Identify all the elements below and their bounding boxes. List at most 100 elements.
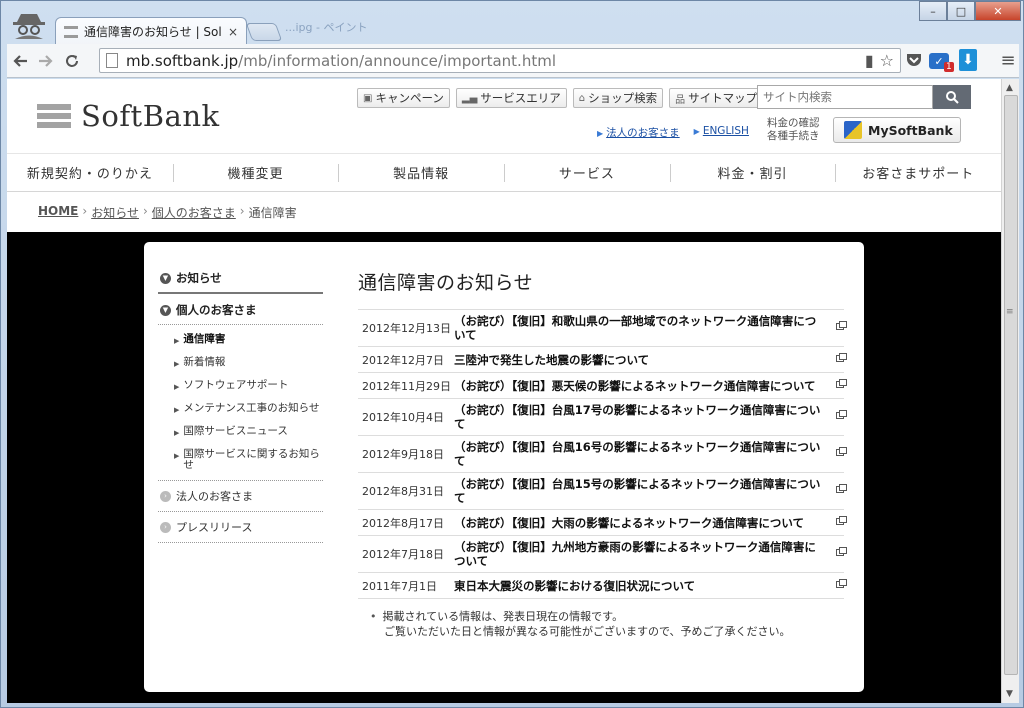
news-row[interactable]: 2012年9月18日 （お詫び）【復旧】台風16号の影響によるネットワーク通信障害… [358,436,847,473]
news-link[interactable]: （お詫び）【復旧】台風17号の影響によるネットワーク通信障害について [454,403,826,431]
download-icon[interactable]: ⬇ [959,49,977,71]
breadcrumb-personal[interactable]: 個人のお客さま [152,204,236,221]
external-window-icon [826,321,847,333]
news-link[interactable]: （お詫び）【復旧】和歌山県の一部地域でのネットワーク通信障害について [454,314,826,342]
news-link[interactable]: 東日本大震災の影響における復旧状況について [454,579,826,593]
news-row[interactable]: 2012年10月4日 （お詫び）【復旧】台風17号の影響によるネットワーク通信障害… [358,399,847,436]
chevron-down-icon: ▼ [160,304,171,316]
new-tab-button[interactable] [245,23,283,41]
tab-strip: 通信障害のお知らせ | Sol × ...ipg - ペイント – □ ✕ [1,1,1024,45]
breadcrumb-home[interactable]: HOME [38,204,78,221]
triangle-icon: ▶ [174,337,180,345]
gnav-new-contract[interactable]: 新規契約・のりかえ [7,154,173,191]
side-item-intl-news[interactable]: ▶ 国際サービスニュース [174,421,323,444]
external-window-icon [826,515,847,528]
side-item-press[interactable]: › プレスリリース [158,512,323,542]
site-search [757,85,971,109]
news-link[interactable]: （お詫び）【復旧】台風15号の影響によるネットワーク通信障害について [454,477,826,505]
scroll-down-icon[interactable]: ▼ [1006,689,1013,699]
side-item-outage[interactable]: ▶ 通信障害 [174,329,323,352]
shop-search-button[interactable]: ⌂ ショップ検索 [572,88,664,108]
arrow-icon: ▶ [597,129,604,138]
gift-icon: ▣ [363,92,373,104]
external-window-icon [826,447,847,459]
signal-icon: ▂▄ [461,92,478,104]
gnav-model-change[interactable]: 機種変更 [172,154,339,191]
softbank-logo[interactable]: SoftBank [37,99,220,133]
back-button[interactable] [7,48,33,74]
breadcrumb-info[interactable]: お知らせ [91,204,139,221]
external-window-icon [826,547,847,559]
gnav-pricing[interactable]: 料金・割引 [669,154,836,191]
scroll-up-icon[interactable]: ▲ [1006,83,1013,93]
side-item-news[interactable]: ▶ 新着情報 [174,352,323,375]
browser-window: 通信障害のお知らせ | Sol × ...ipg - ペイント – □ ✕ mb… [0,0,1024,708]
news-link[interactable]: （お詫び）【復旧】九州地方豪雨の影響によるネットワーク通信障害について [454,540,826,568]
triangle-icon: ▶ [174,360,180,368]
news-link[interactable]: （お詫び）【復旧】悪天候の影響によるネットワーク通信障害について [454,379,826,393]
external-window-icon [826,352,847,365]
sitemap-button[interactable]: 品サイトマップ [669,88,764,108]
news-date: 2012年12月7日 [362,353,444,367]
side-head-personal[interactable]: ▼ 個人のお客さま [158,294,323,324]
news-date: 2012年8月17日 [362,516,444,530]
site-search-input[interactable] [757,85,933,109]
address-bar[interactable]: mb.softbank.jp/mb/information/announce/i… [99,48,901,73]
side-item-maintenance[interactable]: ▶ メンテナンス工事のお知らせ [174,398,323,421]
news-link[interactable]: （お詫び）【復旧】大雨の影響によるネットワーク通信障害について [454,516,826,530]
reload-icon [66,54,78,67]
window-controls: – □ ✕ [919,1,1021,21]
triangle-icon: ▶ [174,406,180,414]
news-row[interactable]: 2012年11月29日 （お詫び）【復旧】悪天候の影響によるネットワーク通信障害に… [358,373,847,399]
gnav-support[interactable]: お客さまサポート [835,154,1001,191]
minimize-button[interactable]: – [919,1,947,21]
news-row[interactable]: 2012年8月17日 （お詫び）【復旧】大雨の影響によるネットワーク通信障害につい… [358,510,847,536]
softbank-favicon-icon [64,25,78,38]
browser-toolbar: mb.softbank.jp/mb/information/announce/i… [7,44,1019,78]
news-date: 2012年9月18日 [362,448,444,461]
breadcrumb-current: 通信障害 [248,206,297,220]
mysoftbank-button[interactable]: MySoftBank [833,117,961,143]
side-item-intl-notice[interactable]: ▶ 国際サービスに関するお知らせ [174,444,323,476]
maximize-button[interactable]: □ [947,1,975,21]
scroll-thumb[interactable] [1004,95,1018,675]
breadcrumb-sep: › [142,204,148,218]
news-row[interactable]: 2011年7月1日 東日本大震災の影響における復旧状況について [358,573,847,599]
forward-button[interactable] [33,48,59,74]
corporate-link[interactable]: 法人のお客さま [606,127,680,139]
incognito-icon [13,14,45,39]
side-item-corporate[interactable]: › 法人のお客さま [158,481,323,511]
news-row[interactable]: 2012年7月18日 （お詫び）【復旧】九州地方豪雨の影響によるネットワーク通信障… [358,536,847,573]
star-icon[interactable]: ☆ [880,51,894,70]
side-head-info[interactable]: ▼ お知らせ [158,266,323,292]
vertical-scrollbar[interactable]: ▲ ≡ ▼ [1001,79,1019,703]
back-arrow-icon [13,54,27,67]
news-date: 2012年7月18日 [362,548,444,561]
side-item-software[interactable]: ▶ ソフトウェアサポート [174,375,323,398]
english-link[interactable]: ENGLISH [703,125,749,137]
tab-active[interactable]: 通信障害のお知らせ | Sol × [55,17,247,45]
reload-button[interactable] [59,48,85,74]
news-row[interactable]: 2012年12月7日 三陸沖で発生した地震の影響について [358,347,847,373]
campaign-button[interactable]: ▣ キャンペーン [357,88,450,108]
search-button[interactable] [933,85,971,109]
service-area-button[interactable]: ▂▄ サービスエリア [455,88,567,108]
url-host: mb.softbank.jp [126,51,239,70]
external-window-icon [826,410,847,422]
gnav-services[interactable]: サービス [504,154,670,191]
news-row[interactable]: 2012年8月31日 （お詫び）【復旧】台風15号の影響によるネットワーク通信障害… [358,473,847,510]
tab-close-icon[interactable]: × [228,25,238,39]
logo-text: SoftBank [81,99,220,133]
news-link[interactable]: （お詫び）【復旧】台風16号の影響によるネットワーク通信障害について [454,440,826,468]
content-backdrop: ▼ お知らせ ▼ 個人のお客さま ▶ 通信障害 ▶ 新着情報 ▶ ソフトウェアサポート ▶… [7,232,1001,703]
gnav-products[interactable]: 製品情報 [338,154,504,191]
news-row[interactable]: 2012年12月13日 （お詫び）【復旧】和歌山県の一部地域でのネットワーク通信障… [358,310,847,347]
menu-icon[interactable]: ≡ [997,49,1019,71]
page-viewport: SoftBank ▣ キャンペーン ▂▄ サービスエリア ⌂ ショップ検索 品サイトマ… [7,79,1001,703]
news-link[interactable]: 三陸沖で発生した地震の影響について [454,353,826,367]
bookmark-page-icon[interactable]: ▮ [865,51,874,70]
scroll-grip-icon: ≡ [1006,307,1014,317]
external-window-icon [826,378,847,391]
pocket-icon[interactable] [903,49,925,71]
close-window-button[interactable]: ✕ [975,1,1021,21]
